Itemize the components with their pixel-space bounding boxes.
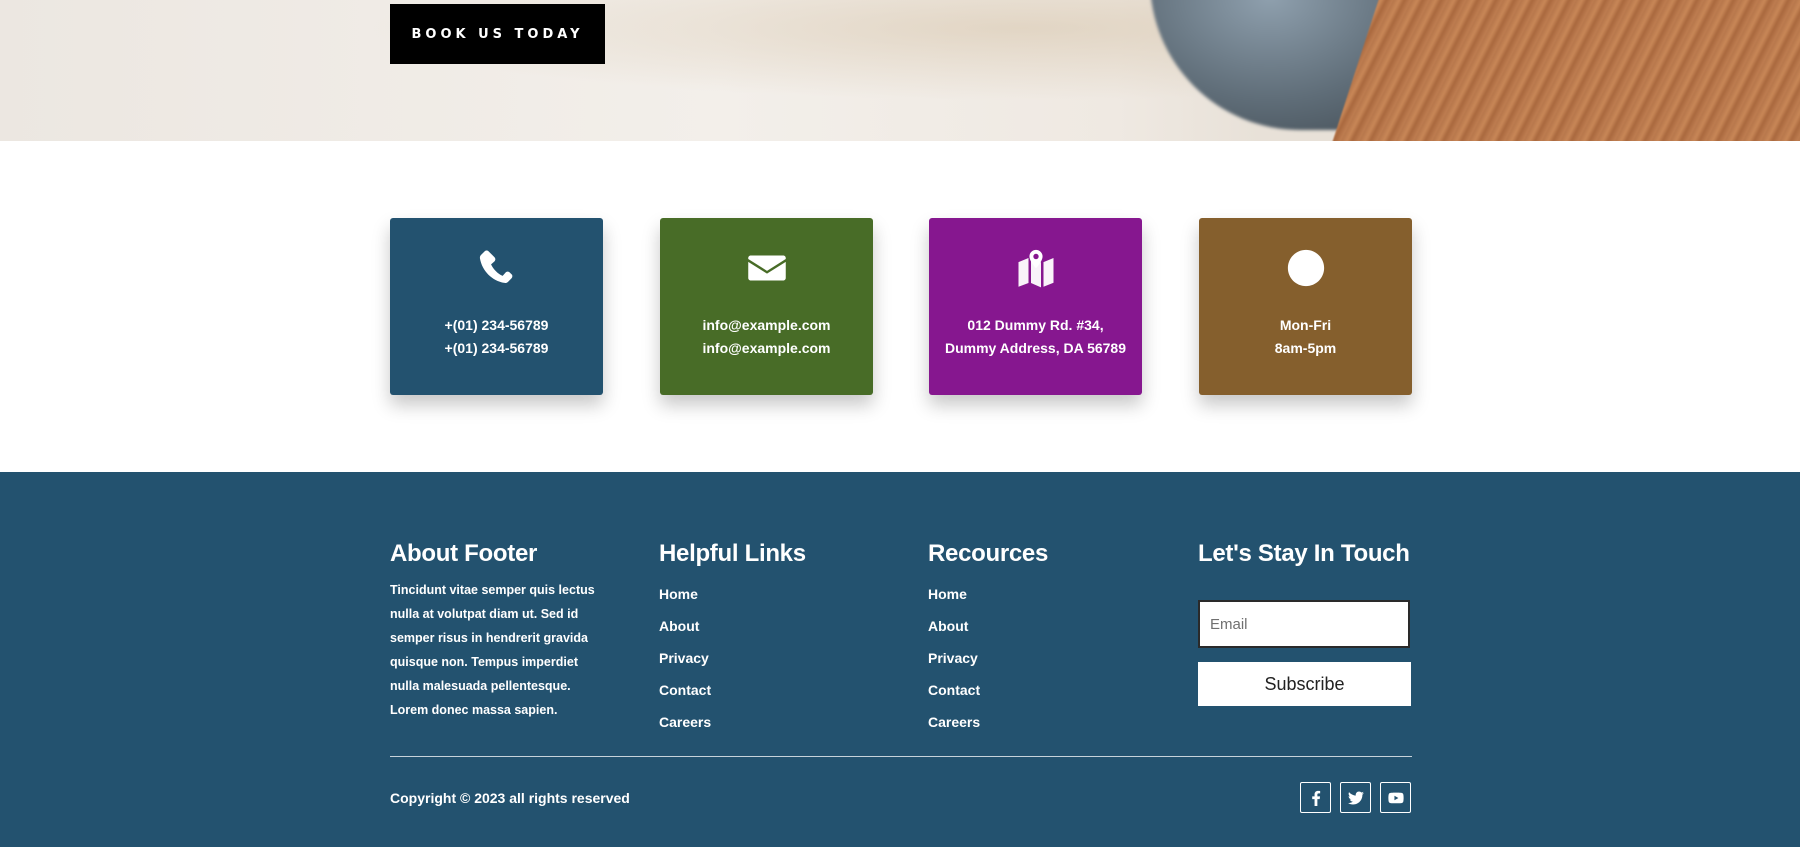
hours-line-1: Mon-Fri — [1279, 317, 1332, 333]
email-field[interactable] — [1198, 600, 1410, 648]
helpful-link-privacy[interactable]: Privacy — [659, 642, 806, 674]
subscribe-button[interactable]: Subscribe — [1198, 662, 1411, 706]
hours-line-2: 8am-5pm — [1274, 340, 1337, 356]
helpful-link-careers[interactable]: Careers — [659, 706, 806, 738]
contact-cards: +(01) 234-56789 +(01) 234-56789 info@exa… — [390, 218, 1412, 395]
phone-card: +(01) 234-56789 +(01) 234-56789 — [390, 218, 603, 395]
resource-link-home[interactable]: Home — [928, 578, 1048, 610]
email-card: info@example.com info@example.com — [660, 218, 873, 395]
address-line-1: 012 Dummy Rd. #34, — [967, 317, 1104, 333]
email-line-1: info@example.com — [702, 317, 831, 333]
youtube-icon — [1387, 792, 1404, 803]
resource-link-careers[interactable]: Careers — [928, 706, 1048, 738]
envelope-icon — [660, 248, 873, 290]
hero-wood-image — [1320, 0, 1800, 141]
facebook-icon — [1311, 790, 1320, 806]
about-column: About Footer Tincidunt vitae semper quis… — [390, 540, 600, 722]
address-line-2: Dummy Address, DA 56789 — [944, 340, 1127, 356]
helpful-link-contact[interactable]: Contact — [659, 674, 806, 706]
address-card: 012 Dummy Rd. #34, Dummy Address, DA 567… — [929, 218, 1142, 395]
map-marker-icon — [929, 248, 1142, 290]
site-footer: About Footer Tincidunt vitae semper quis… — [0, 472, 1800, 847]
twitter-icon — [1347, 791, 1364, 804]
phone-line-1: +(01) 234-56789 — [444, 317, 549, 333]
helpful-links-column: Helpful Links Home About Privacy Contact… — [659, 540, 806, 738]
about-text: Tincidunt vitae semper quis lectus nulla… — [390, 583, 595, 717]
hours-card: Mon-Fri 8am-5pm — [1199, 218, 1412, 395]
book-us-today-button[interactable]: BOOK US TODAY — [390, 4, 605, 64]
about-heading: About Footer — [390, 540, 538, 567]
hero-banner: BOOK US TODAY — [0, 0, 1800, 141]
resources-column: Recources Home About Privacy Contact Car… — [928, 540, 1048, 738]
clock-icon — [1199, 248, 1412, 290]
phone-icon — [390, 248, 603, 290]
helpful-link-about[interactable]: About — [659, 610, 806, 642]
facebook-link[interactable] — [1300, 782, 1331, 813]
resource-link-about[interactable]: About — [928, 610, 1048, 642]
twitter-link[interactable] — [1340, 782, 1371, 813]
email-line-2: info@example.com — [702, 340, 831, 356]
youtube-link[interactable] — [1380, 782, 1411, 813]
phone-line-2: +(01) 234-56789 — [444, 340, 549, 356]
helpful-link-home[interactable]: Home — [659, 578, 806, 610]
newsletter-column: Let's Stay In Touch Subscribe — [1198, 540, 1412, 710]
copyright-text: Copyright © 2023 all rights reserved — [390, 790, 630, 806]
newsletter-heading: Let's Stay In Touch — [1198, 540, 1410, 567]
footer-divider — [390, 756, 1412, 757]
helpful-links-heading: Helpful Links — [659, 540, 806, 567]
resources-heading: Recources — [928, 540, 1049, 567]
resource-link-contact[interactable]: Contact — [928, 674, 1048, 706]
resource-link-privacy[interactable]: Privacy — [928, 642, 1048, 674]
